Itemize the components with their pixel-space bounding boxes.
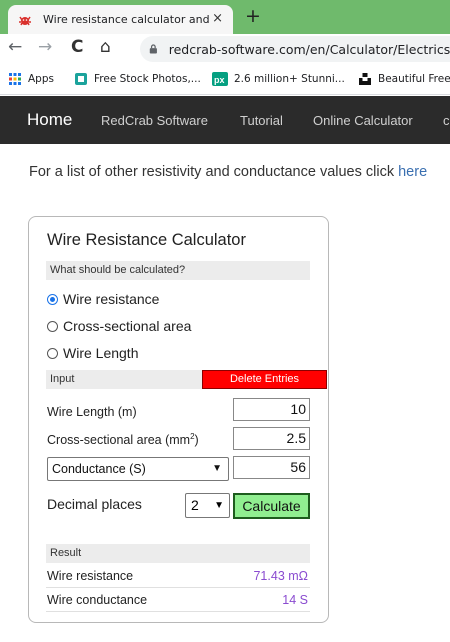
bookmarks-bar: Apps Free Stock Photos,... px 2.6 millio… (0, 64, 450, 95)
wire-resistance-calculator: Wire Resistance Calculator What should b… (28, 216, 329, 623)
bookmark-label: Apps (28, 73, 54, 85)
bookmark-label: Beautiful Free (378, 73, 450, 85)
resistivity-values-link[interactable]: here (398, 164, 427, 180)
conductance-select[interactable]: Conductance (S) ▼ (47, 457, 229, 481)
bookmark-apps[interactable]: Apps (8, 72, 54, 86)
option-wire-length[interactable]: Wire Length (47, 345, 138, 361)
browser-tab[interactable]: Wire resistance calculator and fo × (8, 5, 233, 34)
bookmark-pexels[interactable]: px 2.6 million+ Stunni... (212, 72, 345, 86)
decimal-places-select[interactable]: 2 ▼ (185, 493, 230, 518)
home-icon[interactable]: ⌂ (100, 37, 111, 57)
address-bar[interactable]: redcrab-software.com/en/Calculator/Elect… (140, 36, 450, 62)
bookmark-unsplash[interactable]: Beautiful Free (358, 72, 450, 86)
wire-length-label: Wire Length (m) (47, 405, 137, 419)
result-value: 14 S (282, 593, 308, 607)
apps-grid-icon (9, 73, 21, 85)
conductance-select-value: Conductance (S) (52, 462, 146, 476)
chevron-down-icon: ▼ (212, 463, 222, 474)
nav-more-link[interactable]: c (443, 113, 450, 128)
nav-redcrab-software-link[interactable]: RedCrab Software (101, 113, 208, 128)
decimal-places-label: Decimal places (47, 496, 142, 512)
bookmark-stock-photos[interactable]: Free Stock Photos,... (74, 72, 201, 86)
nav-tutorial-link[interactable]: Tutorial (240, 113, 283, 128)
url-text: redcrab-software.com/en/Calculator/Elect… (168, 41, 450, 57)
result-label: Wire resistance (47, 569, 134, 583)
intro-sentence: For a list of other resistivity and cond… (29, 164, 399, 180)
reload-icon[interactable]: C (71, 37, 83, 57)
option-label: Wire resistance (63, 291, 160, 307)
option-label: Cross-sectional area (63, 318, 192, 334)
input-header-label: Input (50, 373, 75, 385)
calculate-button[interactable]: Calculate (233, 493, 310, 519)
decimal-places-value: 2 (191, 497, 199, 513)
tab-title: Wire resistance calculator and fo (43, 13, 213, 26)
option-label: Wire Length (63, 345, 139, 361)
result-header: Result (46, 544, 310, 563)
result-label: Wire conductance (47, 593, 148, 607)
redcrab-favicon-icon (19, 16, 31, 25)
chevron-down-icon: ▼ (214, 500, 224, 511)
bookmark-label: Free Stock Photos,... (94, 73, 201, 85)
nav-online-calculator-link[interactable]: Online Calculator (313, 113, 413, 128)
input-header: Input Delete Entries (46, 370, 327, 389)
radio-button[interactable] (47, 293, 58, 305)
conductance-input[interactable]: 56 (233, 456, 310, 479)
option-wire-resistance[interactable]: Wire resistance (47, 291, 159, 307)
pexels-icon: px (212, 72, 228, 86)
result-wire-resistance: Wire resistance 71.43 mΩ (46, 565, 310, 588)
lock-icon (149, 44, 157, 54)
cross-sectional-area-label: Cross-sectional area (mm2) (47, 432, 199, 448)
svg-text:px: px (214, 75, 225, 85)
browser-toolbar: ← → C ⌂ redcrab-software.com/en/Calculat… (0, 34, 450, 64)
unsplash-icon (359, 73, 371, 85)
intro-text: For a list of other resistivity and cond… (29, 164, 427, 180)
cross-sectional-area-input[interactable]: 2.5 (233, 427, 310, 450)
tab-close-icon[interactable]: × (212, 11, 223, 26)
radio-button[interactable] (47, 320, 58, 332)
result-value: 71.43 mΩ (253, 569, 308, 583)
wire-length-input[interactable]: 10 (233, 398, 310, 421)
browser-tabstrip: Wire resistance calculator and fo × + (0, 0, 450, 34)
site-navbar: Home RedCrab Software Tutorial Online Ca… (0, 96, 450, 144)
calculator-title: Wire Resistance Calculator (47, 231, 246, 249)
option-cross-sectional-area[interactable]: Cross-sectional area (47, 318, 191, 334)
stock-photos-icon (75, 73, 87, 85)
bookmark-label: 2.6 million+ Stunni... (234, 73, 345, 85)
forward-arrow-icon[interactable]: → (38, 37, 52, 57)
calculation-target-header: What should be calculated? (46, 261, 310, 280)
new-tab-icon[interactable]: + (245, 5, 261, 27)
back-arrow-icon[interactable]: ← (8, 37, 22, 57)
radio-button[interactable] (47, 347, 58, 359)
result-wire-conductance: Wire conductance 14 S (46, 589, 310, 612)
nav-home-link[interactable]: Home (27, 110, 72, 130)
delete-entries-button[interactable]: Delete Entries (202, 370, 327, 389)
